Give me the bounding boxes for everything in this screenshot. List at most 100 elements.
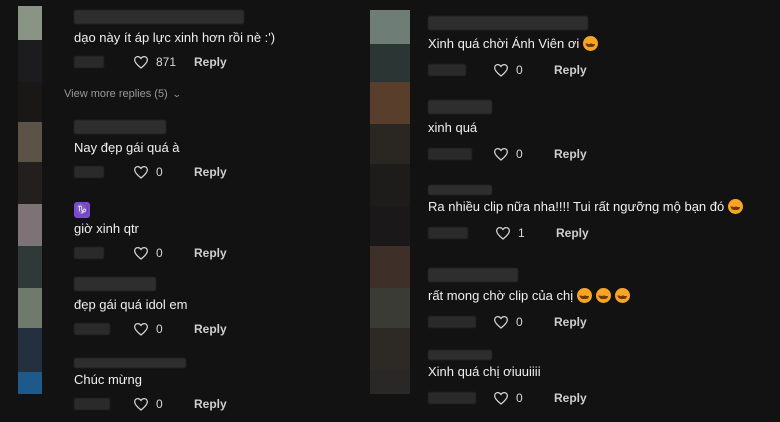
- reply-button[interactable]: Reply: [556, 226, 589, 240]
- like-heart-icon[interactable]: [492, 390, 510, 406]
- capricorn-emoji-icon: ♑: [74, 201, 90, 218]
- comment-item: Xinh quá chị ơiuuiiii 0 Reply: [428, 350, 587, 406]
- like-heart-icon[interactable]: [492, 314, 510, 330]
- comment-text: Chúc mừng: [74, 372, 142, 387]
- like-heart-icon[interactable]: [492, 146, 510, 162]
- reply-button[interactable]: Reply: [194, 322, 227, 336]
- comment-text: Xinh quá chời Ánh Viên ơi: [428, 36, 599, 53]
- avatar[interactable]: [370, 288, 410, 328]
- avatar[interactable]: [18, 40, 42, 82]
- comment-text: rất mong chờ clip của chị: [428, 288, 631, 305]
- avatar[interactable]: [18, 372, 42, 394]
- avatar[interactable]: [370, 82, 410, 124]
- reply-button[interactable]: Reply: [194, 397, 227, 411]
- comment-actions: 0 Reply: [428, 390, 587, 406]
- avatar[interactable]: [370, 206, 410, 246]
- comment-actions: 0 Reply: [74, 321, 227, 337]
- comment-item: Nay đẹp gái quá à 0 Reply: [74, 120, 227, 180]
- reply-button[interactable]: Reply: [554, 391, 587, 405]
- comment-item: Xinh quá chời Ánh Viên ơi 0 Reply: [428, 16, 599, 78]
- view-more-replies-button[interactable]: View more replies (5) ⌄: [64, 88, 182, 100]
- comment-item: Chúc mừng 0 Reply: [74, 358, 227, 412]
- heart-eyes-emoji-icon: [596, 288, 612, 305]
- username[interactable]: [74, 277, 156, 291]
- reply-button[interactable]: Reply: [554, 63, 587, 77]
- username[interactable]: [428, 185, 492, 195]
- comment-actions: 0 Reply: [74, 396, 227, 412]
- reply-button[interactable]: Reply: [554, 315, 587, 329]
- avatar[interactable]: [370, 44, 410, 82]
- username[interactable]: [74, 120, 166, 134]
- like-count: 0: [156, 322, 163, 336]
- heart-eyes-emoji-icon: [583, 36, 599, 53]
- avatar[interactable]: [18, 6, 42, 40]
- like-count: 0: [156, 165, 163, 179]
- comment-date: [74, 247, 104, 259]
- comment-date: [428, 148, 472, 160]
- avatar[interactable]: [370, 370, 410, 394]
- comment-date: [74, 166, 104, 178]
- avatar-placeholder: [18, 82, 42, 122]
- like-count: 0: [516, 315, 523, 329]
- username[interactable]: [74, 358, 186, 368]
- comment-item: rất mong chờ clip của chị 0 Reply: [428, 268, 631, 330]
- like-heart-icon[interactable]: [132, 164, 150, 180]
- comment-text: dạo này ít áp lực xinh hơn rồi nè :'): [74, 30, 276, 45]
- like-count: 0: [516, 147, 523, 161]
- like-heart-icon[interactable]: [132, 321, 150, 337]
- comment-actions: 0 Reply: [428, 146, 587, 162]
- comment-text: Ra nhiều clip nữa nha!!!! Tui rất ngưỡng…: [428, 199, 744, 216]
- like-count: 1: [518, 226, 525, 240]
- username[interactable]: [428, 268, 518, 282]
- comment-date: [74, 56, 104, 68]
- comment-item: dạo này ít áp lực xinh hơn rồi nè :') 87…: [74, 10, 275, 70]
- like-heart-icon[interactable]: [494, 225, 512, 241]
- like-heart-icon[interactable]: [492, 62, 510, 78]
- like-count: 871: [156, 55, 177, 69]
- avatar[interactable]: [18, 246, 42, 288]
- comment-text: Xinh quá chị ơiuuiiii: [428, 364, 541, 379]
- avatar[interactable]: [370, 164, 410, 206]
- heart-eyes-emoji-icon: [615, 288, 631, 305]
- comment-text: đẹp gái quá idol em: [74, 297, 188, 312]
- username[interactable]: [428, 350, 492, 360]
- comment-date: [74, 323, 110, 335]
- like-heart-icon[interactable]: [132, 245, 150, 261]
- username[interactable]: [428, 100, 492, 114]
- like-count: 0: [516, 391, 523, 405]
- avatar[interactable]: [370, 124, 410, 164]
- like-count: 0: [156, 246, 163, 260]
- comment-date: [428, 227, 468, 239]
- avatar[interactable]: [370, 246, 410, 288]
- comment-actions: 0 Reply: [74, 245, 227, 261]
- comment-actions: 871 Reply: [74, 54, 275, 70]
- avatar[interactable]: [370, 328, 410, 370]
- comment-text: xinh quá: [428, 120, 478, 135]
- like-heart-icon[interactable]: [132, 54, 150, 70]
- avatar[interactable]: [370, 10, 410, 44]
- comment-text-content: Ra nhiều clip nữa nha!!!! Tui rất ngưỡng…: [428, 199, 725, 214]
- chevron-down-icon: ⌄: [171, 88, 182, 99]
- avatar[interactable]: [18, 328, 42, 372]
- username[interactable]: [74, 10, 244, 24]
- view-more-label: View more replies (5): [64, 88, 168, 100]
- reply-button[interactable]: Reply: [194, 165, 227, 179]
- comment-item: Ra nhiều clip nữa nha!!!! Tui rất ngưỡng…: [428, 185, 744, 241]
- comment-text: giờ xinh qtr: [74, 221, 139, 236]
- comment-date: [428, 392, 476, 404]
- reply-button[interactable]: Reply: [194, 55, 227, 69]
- like-heart-icon[interactable]: [132, 396, 150, 412]
- avatar[interactable]: [18, 204, 42, 246]
- right-comments-column: Xinh quá chời Ánh Viên ơi 0 Reply xinh q…: [362, 0, 780, 422]
- avatar[interactable]: [18, 288, 42, 328]
- like-count: 0: [516, 63, 523, 77]
- username[interactable]: [428, 16, 588, 30]
- comment-item: ♑ giờ xinh qtr 0 Reply: [74, 200, 227, 261]
- comment-date: [428, 64, 466, 76]
- avatar[interactable]: [18, 122, 42, 162]
- reply-button[interactable]: Reply: [554, 147, 587, 161]
- comment-actions: 0 Reply: [428, 62, 598, 78]
- avatar[interactable]: [18, 162, 42, 204]
- reply-button[interactable]: Reply: [194, 246, 227, 260]
- comment-date: [428, 316, 476, 328]
